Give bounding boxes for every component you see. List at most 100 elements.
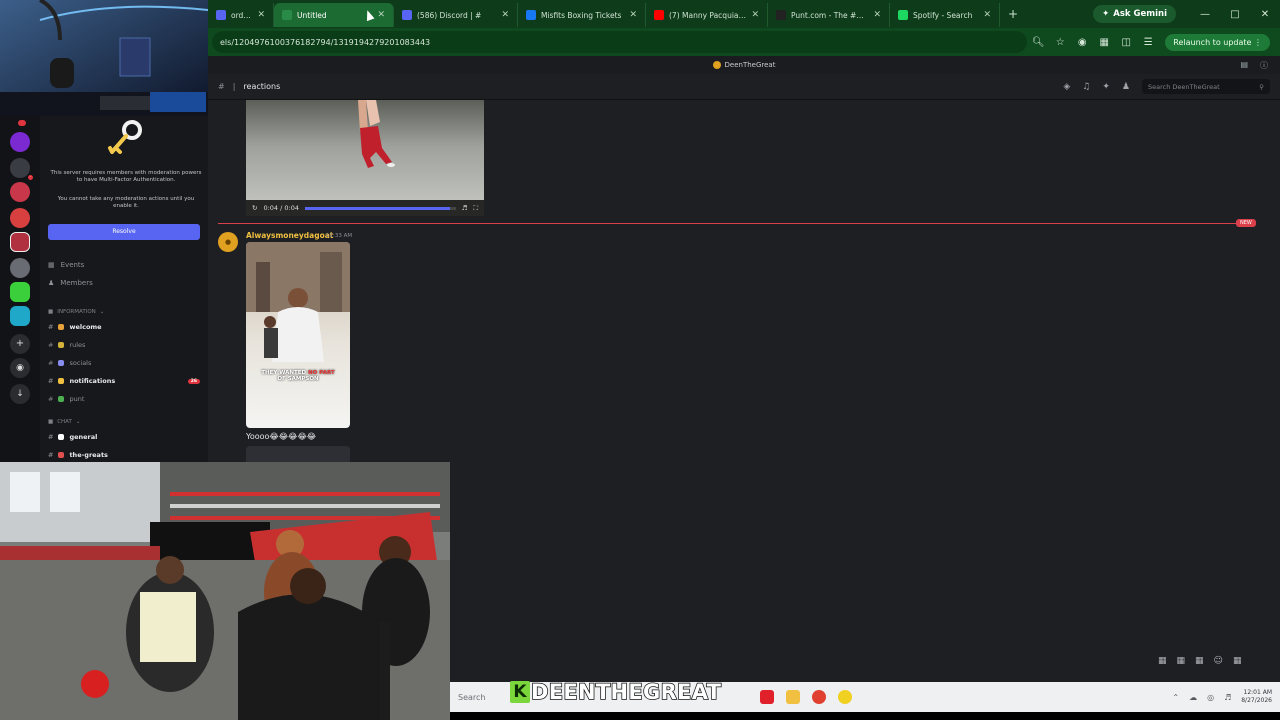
browser-tab[interactable]: Misfits Boxing Tickets ✕ <box>518 3 646 27</box>
channel-item-socials[interactable]: # socials <box>48 356 200 370</box>
bookmark-star-icon[interactable]: ☆ <box>1049 37 1071 48</box>
video-embed[interactable]: ↻ 0:04 / 0:04 ♬ ⛶ <box>246 100 484 216</box>
server-icon[interactable] <box>10 232 30 252</box>
close-tab-icon[interactable]: ✕ <box>629 10 637 20</box>
volume-icon[interactable]: ♬ <box>462 204 468 212</box>
minimize-icon[interactable]: — <box>1190 9 1220 20</box>
category-chat[interactable]: ■ CHAT ⌄ <box>48 416 80 428</box>
channel-item-the-greats[interactable]: # the-greats <box>48 448 200 462</box>
extensions-puzzle-icon[interactable]: ▦ <box>1093 37 1115 48</box>
channel-emoji-icon <box>58 434 65 440</box>
taskbar-search[interactable]: Search <box>458 693 510 702</box>
emoji-icon[interactable]: ☺ <box>1214 656 1223 666</box>
tab-favicon-icon <box>898 10 908 20</box>
server-icon[interactable] <box>10 282 30 302</box>
browser-tab[interactable]: Spotify - Search ✕ <box>890 3 1000 27</box>
channel-sidebar: This server requires members with modera… <box>40 116 208 462</box>
close-tab-icon[interactable]: ✕ <box>751 10 759 20</box>
channel-item-welcome[interactable]: # welcome <box>48 320 200 334</box>
fullscreen-icon[interactable]: ⛶ <box>473 204 478 213</box>
gift-icon[interactable]: ▦ <box>1158 656 1167 666</box>
search-icon[interactable]: 🔍︎ <box>1027 37 1049 48</box>
tab-title: (7) Manny Pacquiao vs <box>669 10 747 20</box>
file-explorer-icon[interactable] <box>786 690 800 704</box>
chevron-up-icon[interactable]: ⌃ <box>1172 693 1179 702</box>
download-icon[interactable]: ↓ <box>10 384 30 404</box>
video-progress-bar[interactable] <box>304 206 456 210</box>
close-tab-icon[interactable]: ✕ <box>257 10 265 20</box>
channel-label: welcome <box>69 323 102 331</box>
threads-icon[interactable]: ◈ <box>1063 82 1070 92</box>
members-icon[interactable]: ♟ <box>1122 82 1130 92</box>
sidebar-icon[interactable]: ◫ <box>1115 37 1137 48</box>
channel-item-general[interactable]: # general <box>48 430 200 444</box>
chrome-icon[interactable] <box>812 690 826 704</box>
taskbar-clock[interactable]: 12:01 AM 8/27/2026 <box>1241 689 1272 705</box>
close-tab-icon[interactable]: ✕ <box>377 10 385 20</box>
browser-tab[interactable]: Punt.com - The #1 Fre ✕ <box>768 3 890 27</box>
server-icon[interactable] <box>10 208 30 228</box>
browser-tab[interactable]: ord | # ✕ <box>208 3 274 27</box>
system-tray: ⌃ ☁ ◎ ♬ 12:01 AM 8/27/2026 <box>1172 689 1272 705</box>
channel-item-notifications[interactable]: # notifications 26 <box>48 374 200 388</box>
server-icon[interactable] <box>10 132 30 152</box>
close-window-icon[interactable]: ✕ <box>1250 9 1280 20</box>
new-tab-icon[interactable]: + <box>1000 7 1026 21</box>
hash-icon: # <box>48 377 54 385</box>
gif-icon[interactable]: ▦ <box>1177 656 1186 666</box>
server-icon[interactable]: · <box>10 158 33 180</box>
browser-tab[interactable]: (586) Discord | # ✕ <box>394 3 518 27</box>
replay-icon[interactable]: ↻ <box>252 204 257 212</box>
chat-bottom-toolbar: ▦ ▦ ▦ ☺ ▦ <box>1158 656 1241 666</box>
webcam-image <box>0 0 208 116</box>
inbox-icon[interactable]: ▤ <box>1240 60 1248 71</box>
browser-tab[interactable]: Untitled ✕ <box>274 3 394 27</box>
resolve-button[interactable]: Resolve <box>48 224 200 240</box>
message-video-embed[interactable]: THEY WANTED NO PART OF SAMPSON <box>246 242 350 428</box>
channel-item-punt[interactable]: # punt <box>48 392 200 406</box>
extension-icon[interactable]: ◉ <box>1071 37 1093 48</box>
hash-icon: # <box>48 395 54 403</box>
server-icon[interactable] <box>10 306 30 326</box>
mute-bell-icon[interactable]: ♫ <box>1082 82 1090 92</box>
youtube-icon[interactable] <box>760 690 774 704</box>
channel-label: general <box>69 433 98 441</box>
category-icon: ■ <box>48 419 54 425</box>
nav-members[interactable]: ♟ Members <box>48 276 93 290</box>
wifi-icon[interactable]: ◎ <box>1207 693 1214 702</box>
explore-servers-icon[interactable]: ◉ <box>10 358 30 378</box>
category-information[interactable]: ■ INFORMATION ⌄ <box>48 306 104 318</box>
url-field[interactable]: els/1204976100376182794/1319194279201083… <box>212 31 1028 53</box>
add-server-icon[interactable]: + <box>10 334 30 354</box>
relaunch-update-button[interactable]: Relaunch to update ⋮ <box>1165 33 1270 51</box>
message-author[interactable]: Alwaysmoneydagoat <box>246 231 333 240</box>
channel-emoji-icon <box>58 378 65 384</box>
volume-icon[interactable]: ♬ <box>1224 693 1231 702</box>
kick-logo: K <box>510 681 530 703</box>
search-input[interactable]: Search DeenTheGreat ⚲ <box>1142 79 1270 94</box>
nav-events-label: Events <box>60 261 85 269</box>
cloud-icon[interactable]: ☁ <box>1189 693 1197 702</box>
apps-icon[interactable]: ▦ <box>1233 656 1242 666</box>
menu-icon[interactable]: ☰ <box>1137 37 1159 48</box>
server-icon[interactable] <box>10 258 30 278</box>
pin-icon[interactable]: ✦ <box>1102 82 1110 92</box>
maximize-icon[interactable]: □ <box>1220 9 1250 20</box>
channel-title: reactions <box>243 82 281 91</box>
server-icon[interactable] <box>18 120 26 126</box>
help-icon[interactable]: ⓘ <box>1260 60 1268 71</box>
close-tab-icon[interactable]: ✕ <box>873 10 881 20</box>
threads-icon[interactable]: # <box>218 82 225 91</box>
nav-events[interactable]: ▦ Events <box>48 258 84 272</box>
ask-gemini-button[interactable]: ✦ Ask Gemini <box>1093 5 1176 23</box>
sticker-icon[interactable]: ▦ <box>1195 656 1204 666</box>
channel-emoji-icon <box>58 342 65 348</box>
avatar[interactable]: ● <box>218 232 238 252</box>
channel-item-rules[interactable]: # rules <box>48 338 200 352</box>
app-icon[interactable] <box>838 690 852 704</box>
server-icon[interactable] <box>10 182 30 202</box>
channel-emoji-icon <box>58 396 65 402</box>
close-tab-icon[interactable]: ✕ <box>983 10 991 20</box>
close-tab-icon[interactable]: ✕ <box>501 10 509 20</box>
browser-tab[interactable]: (7) Manny Pacquiao vs ✕ <box>646 3 768 27</box>
